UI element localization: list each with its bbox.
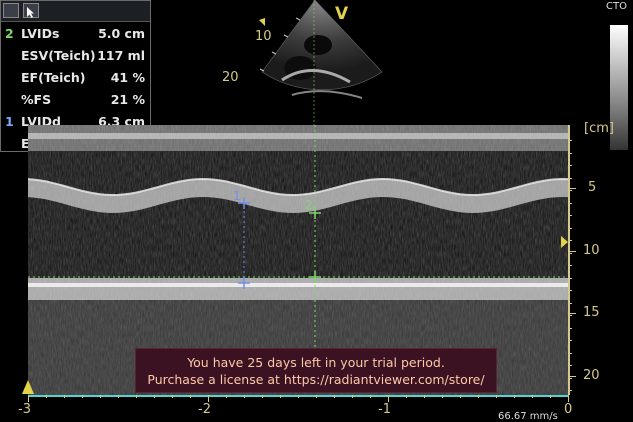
depth-tick-mark xyxy=(568,188,576,189)
time-minor-tick xyxy=(208,395,209,398)
measurement-row: %FS 21 % xyxy=(3,89,149,110)
trial-line-1: You have 25 days left in your trial peri… xyxy=(187,355,445,370)
depth-minor-tick xyxy=(568,352,572,354)
depth-tick-label: 15 xyxy=(583,305,600,320)
time-minor-tick xyxy=(46,395,47,398)
depth-minor-tick xyxy=(568,365,572,366)
depth-minor-tick xyxy=(568,190,572,191)
depth-tick-label: 20 xyxy=(583,368,600,383)
time-minor-tick xyxy=(226,395,227,398)
depth-minor-tick xyxy=(568,315,572,316)
time-minor-tick xyxy=(424,395,425,398)
depth-unit: [cm] xyxy=(584,121,614,136)
measurement-index: 1 xyxy=(5,114,14,129)
measurement-row: 2 LVIDs 5.0 cm xyxy=(3,23,149,44)
time-minor-tick xyxy=(568,395,569,398)
depth-minor-tick xyxy=(568,390,572,391)
trial-notice: You have 25 days left in your trial peri… xyxy=(135,348,497,393)
depth-minor-tick xyxy=(568,177,572,179)
time-minor-tick xyxy=(352,395,353,398)
caliper-1-label: 1 xyxy=(233,189,241,203)
trial-line-2: Purchase a license at https://radiantvie… xyxy=(147,372,485,387)
measurement-value: 117 ml xyxy=(97,48,145,63)
measurement-index: 2 xyxy=(5,26,14,41)
time-minor-tick xyxy=(460,395,461,398)
depth-minor-tick xyxy=(568,277,572,279)
measurement-label: EF(Teich) xyxy=(21,70,86,85)
time-minor-tick xyxy=(406,395,407,398)
time-minor-tick xyxy=(316,395,317,398)
depth-tick-label: 5 xyxy=(588,180,597,195)
depth-minor-tick xyxy=(568,340,572,341)
depth-minor-tick xyxy=(568,215,572,216)
panel-toolbar xyxy=(1,1,150,22)
measurement-value: 21 % xyxy=(110,92,145,107)
time-tick-label: -3 xyxy=(18,402,31,417)
time-minor-tick xyxy=(280,395,281,398)
time-tick-label: -1 xyxy=(378,402,391,417)
depth-minor-tick xyxy=(568,152,572,154)
depth-minor-tick xyxy=(568,227,572,229)
caliper-2-label: 2 xyxy=(305,198,313,212)
time-minor-tick xyxy=(388,395,389,398)
pointer-icon[interactable] xyxy=(23,3,39,18)
measurement-row: EF(Teich) 41 % xyxy=(3,67,149,88)
time-minor-tick xyxy=(244,395,245,398)
time-minor-tick xyxy=(496,395,497,398)
depth-minor-tick xyxy=(568,165,572,166)
depth-minor-tick xyxy=(568,290,572,291)
depth-minor-tick xyxy=(568,377,572,379)
depth-minor-tick xyxy=(568,265,572,266)
time-minor-tick xyxy=(442,395,443,398)
depth-minor-tick xyxy=(568,327,572,329)
measurement-label: ESV(Teich) xyxy=(21,48,96,63)
sector-depth-label-20: 20 xyxy=(222,70,239,85)
colorbar-label: CTO xyxy=(606,1,627,12)
time-minor-tick xyxy=(478,395,479,398)
measurement-value: 41 % xyxy=(110,70,145,85)
time-minor-tick xyxy=(100,395,101,398)
focus-marker-icon xyxy=(561,236,568,248)
time-minor-tick xyxy=(334,395,335,398)
depth-tick-mark xyxy=(568,313,576,314)
sweep-start-marker-icon xyxy=(22,380,34,394)
depth-minor-tick xyxy=(568,202,572,204)
time-minor-tick xyxy=(136,395,137,398)
sweep-speed: 66.67 mm/s xyxy=(498,411,558,422)
time-tick-label: 0 xyxy=(564,402,573,417)
time-tick-label: -2 xyxy=(198,402,211,417)
measurement-label: LVIDs xyxy=(21,26,60,41)
time-minor-tick xyxy=(532,395,533,398)
measurement-label: %FS xyxy=(21,92,52,107)
sector-orientation-marker-icon xyxy=(259,18,265,26)
measurement-row: ESV(Teich) 117 ml xyxy=(3,45,149,66)
measurement-value: 5.0 cm xyxy=(98,26,145,41)
panel-toggle-button[interactable] xyxy=(3,3,19,18)
time-minor-tick xyxy=(64,395,65,398)
depth-minor-tick xyxy=(568,252,572,254)
view-marker: V xyxy=(335,4,349,24)
time-minor-tick xyxy=(514,395,515,398)
time-minor-tick xyxy=(82,395,83,398)
time-minor-tick xyxy=(118,395,119,398)
time-minor-tick xyxy=(262,395,263,398)
sector-image: 10 20 V xyxy=(222,0,392,125)
depth-tick-label: 10 xyxy=(583,243,600,258)
time-minor-tick xyxy=(190,395,191,398)
time-minor-tick xyxy=(298,395,299,398)
depth-minor-tick xyxy=(568,302,572,304)
sector-depth-label-10: 10 xyxy=(255,29,272,44)
time-minor-tick xyxy=(172,395,173,398)
depth-minor-tick xyxy=(568,140,572,141)
time-minor-tick xyxy=(550,395,551,398)
time-minor-tick xyxy=(28,395,29,398)
time-minor-tick xyxy=(370,395,371,398)
time-minor-tick xyxy=(154,395,155,398)
